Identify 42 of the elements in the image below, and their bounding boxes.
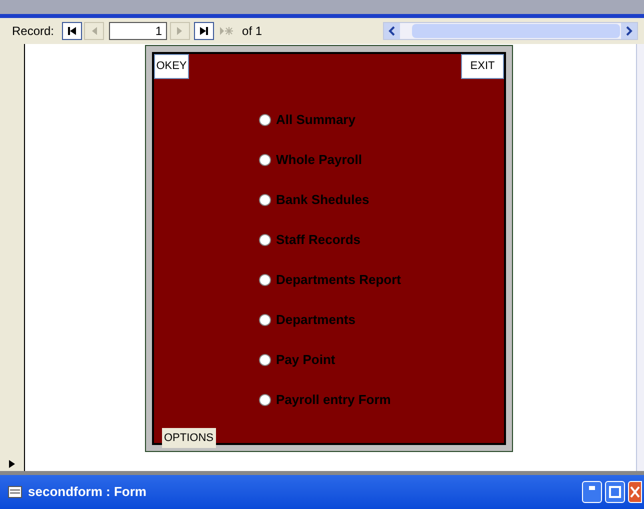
maximize-icon [609,486,621,498]
close-icon [630,486,640,498]
group-label: OPTIONS [162,428,216,448]
radio-button[interactable] [259,394,271,406]
close-button[interactable] [628,481,642,503]
last-record-button[interactable] [194,22,214,40]
previous-icon [90,26,98,36]
horizontal-scrollbar[interactable] [383,22,638,40]
option-label: Whole Payroll [276,151,362,170]
radio-button[interactable] [259,354,271,366]
radio-button[interactable] [259,154,271,166]
first-icon [67,26,78,36]
record-label: Record: [12,23,54,40]
radio-button[interactable] [259,314,271,326]
radio-button[interactable] [259,114,271,126]
exit-button[interactable]: EXIT [461,54,504,79]
first-record-button[interactable] [62,22,82,40]
scroll-right-icon [621,23,637,39]
last-icon [199,26,210,36]
okey-button[interactable]: OKEY [154,54,189,79]
maximize-button[interactable] [605,481,625,503]
option-label: Payroll entry Form [276,391,391,410]
minimize-icon [589,486,595,490]
option-label: Bank Shedules [276,191,370,210]
scroll-left-icon [384,23,400,39]
radio-button[interactable] [259,274,271,286]
option-label: Staff Records [276,231,361,250]
option-label: All Summary [276,111,356,130]
record-count: of 1 [242,23,262,40]
option-label: Departments [276,311,356,330]
option-label: Departments Report [276,271,401,290]
next-icon [176,26,184,36]
scroll-thumb[interactable] [412,24,620,38]
window-title: secondform : Form [28,483,146,502]
radio-button[interactable] [259,234,271,246]
record-number-field[interactable]: 1 [109,22,168,40]
minimize-button[interactable] [582,481,602,503]
vertical-scrollbar[interactable] [636,44,644,471]
form-icon [8,486,22,498]
radio-button[interactable] [259,194,271,206]
new-record-icon [219,26,234,36]
option-label: Pay Point [276,351,336,370]
